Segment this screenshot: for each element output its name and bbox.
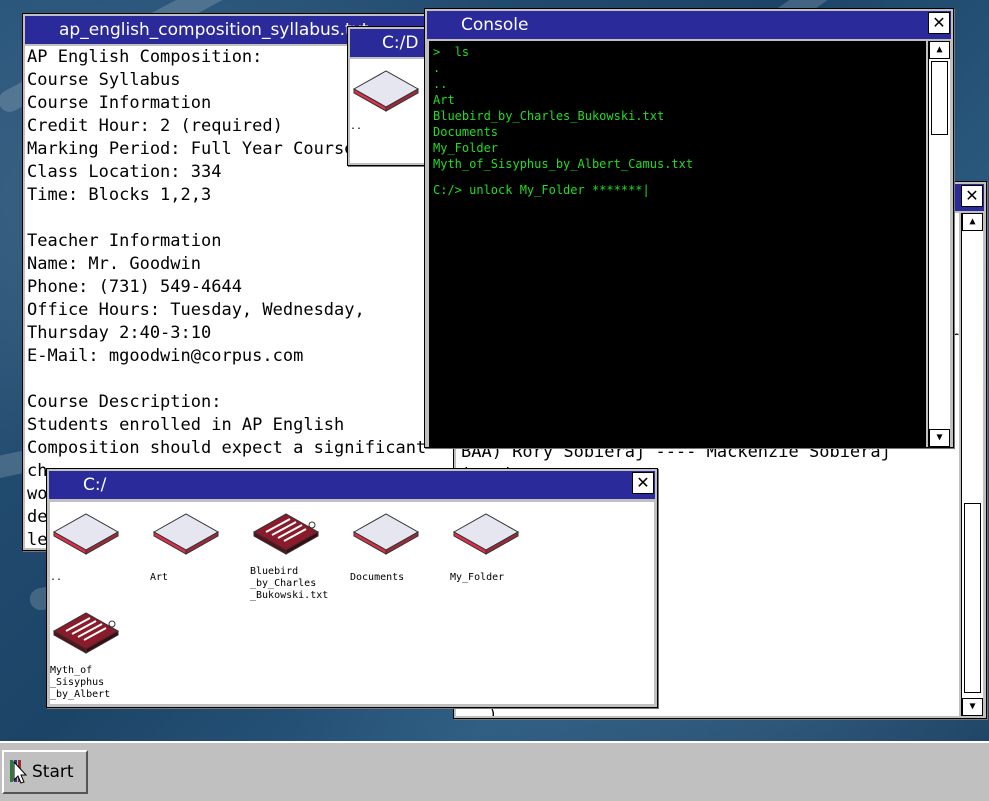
start-label: Start <box>32 762 74 782</box>
console-line: Documents <box>433 125 499 139</box>
close-button[interactable]: ✕ <box>632 472 654 494</box>
console-titlebar[interactable]: Console <box>427 11 951 39</box>
file-item[interactable]: Bluebird _by_Charles _Bukowski.txt <box>250 510 340 602</box>
console-output[interactable]: > ls... Art Bluebird_by_Charles_Bukowski.t… <box>429 41 926 447</box>
console-line: Myth_of_Sisyphus_by_Albert_Camus.txt <box>433 157 694 171</box>
folder-icon <box>52 513 120 555</box>
folder-icon <box>152 513 220 555</box>
console-line: > ls <box>433 45 470 59</box>
folder-label: Art <box>150 572 169 583</box>
vertical-scrollbar[interactable]: ▲ ▼ <box>961 213 983 716</box>
syllabus-line: Name: Mr. Goodwin <box>27 254 201 274</box>
console-command-line[interactable]: C:/> unlock My_Folder *******| <box>429 182 926 198</box>
syllabus-line: Composition should expect a significant <box>27 438 427 458</box>
start-button[interactable]: Start <box>2 750 88 794</box>
close-button[interactable]: ✕ <box>961 185 983 207</box>
scroll-down-button[interactable]: ▼ <box>929 429 950 447</box>
console-line: Bluebird_by_Charles_Bukowski.txt <box>433 109 665 123</box>
file-item[interactable]: Myth_of _Sisyphus _by_Albert <box>50 609 140 701</box>
folder-icon <box>352 70 420 112</box>
console-scrollbar[interactable]: ▲ ▼ <box>928 41 950 447</box>
text-file-icon <box>52 612 120 654</box>
syllabus-line: ​ <box>27 207 453 230</box>
close-icon: ✕ <box>965 186 979 205</box>
syllabus-line: Course Description: <box>27 392 222 412</box>
console-line: .. <box>433 77 448 91</box>
folder-label: Documents <box>350 572 405 583</box>
scroll-thumb[interactable] <box>931 61 948 135</box>
syllabus-line: Students enrolled in AP English <box>27 415 345 435</box>
close-icon: ✕ <box>636 473 650 492</box>
explorer-title: C:/ <box>83 475 107 495</box>
text-file-icon <box>252 513 320 555</box>
small-dir-title: C:/D <box>382 33 419 53</box>
folder-icon <box>352 513 420 555</box>
folder-item[interactable]: Documents <box>350 510 440 584</box>
explorer-window[interactable]: C:/ ✕ .. Art Bluebird _by_Charles _Bukowsk… <box>46 468 658 708</box>
syllabus-line: Office Hours: Tuesday, Wednesday, <box>27 300 365 320</box>
console-title: Console <box>461 15 529 35</box>
folder-item[interactable]: My_Folder <box>450 510 540 584</box>
file-label: Myth_of _Sisyphus _by_Albert <box>50 665 111 700</box>
folder-icon <box>452 513 520 555</box>
bottom-partial: ...)... <box>461 705 525 717</box>
scroll-thumb[interactable] <box>964 503 981 693</box>
folder-label: My_Folder <box>450 572 505 583</box>
console-line: Art <box>433 93 455 107</box>
scroll-up-button[interactable]: ▲ <box>962 213 983 231</box>
console-line: . <box>433 61 441 75</box>
taskbar: Start <box>0 741 989 801</box>
syllabus-title: ap_english_composition_syllabus.txt <box>59 20 369 40</box>
console-window[interactable]: Console ✕ > ls... Art Bluebird_by_Charles_… <box>424 8 954 448</box>
explorer-titlebar[interactable]: C:/ <box>49 471 655 499</box>
folder-item[interactable]: .. <box>50 510 140 584</box>
syllabus-line: ​ <box>27 368 453 391</box>
folder-label: .. <box>50 572 63 583</box>
close-icon: ✕ <box>932 13 946 32</box>
scroll-down-button[interactable]: ▼ <box>962 698 983 716</box>
explorer-content: .. Art Bluebird _by_Charles _Bukowski.txt D… <box>50 502 654 704</box>
syllabus-line: E-Mail: mgoodwin@corpus.com <box>27 346 304 366</box>
syllabus-line: Phone: (731) 549-4644 <box>27 277 242 297</box>
syllabus-line: Time: Blocks 1,2,3 <box>27 185 212 205</box>
syllabus-line: Thursday 2:40-3:10 <box>27 323 212 343</box>
folder-item[interactable]: Art <box>150 510 240 584</box>
close-button[interactable]: ✕ <box>928 12 950 34</box>
file-label: Bluebird _by_Charles _Bukowski.txt <box>250 566 329 601</box>
syllabus-line: Teacher Information <box>27 231 222 251</box>
scroll-up-button[interactable]: ▲ <box>929 41 950 59</box>
console-line: My_Folder <box>433 141 499 155</box>
start-logo-icon <box>10 760 28 784</box>
desktop: ap_english_composition_syllabus.txt AP E… <box>0 0 989 741</box>
